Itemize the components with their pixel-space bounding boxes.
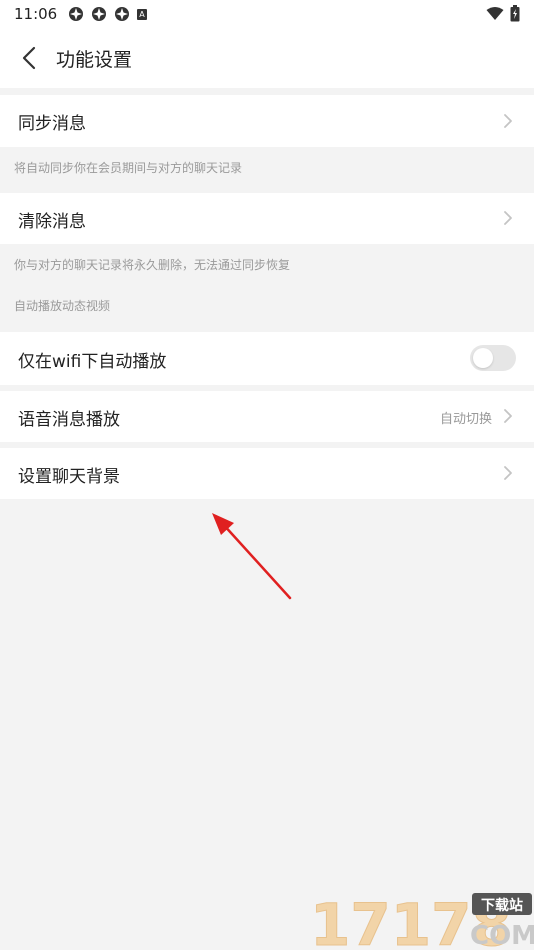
notification-app-icon bbox=[91, 6, 107, 22]
notification-letter-icon: A bbox=[137, 8, 147, 20]
sync-messages-row[interactable]: 同步消息 bbox=[0, 95, 534, 147]
sync-messages-label: 同步消息 bbox=[18, 114, 86, 134]
status-notifications: A bbox=[68, 6, 147, 22]
notification-app-icon bbox=[68, 6, 84, 22]
chevron-right-icon bbox=[504, 211, 512, 225]
voice-playback-label: 语音消息播放 bbox=[18, 410, 120, 430]
screen: 11:06 A 功能设置 同步消息 将自动同步你在会员期间与对方的聊天记录 清除… bbox=[0, 0, 534, 950]
voice-playback-value: 自动切换 bbox=[439, 412, 492, 427]
notification-app-icon bbox=[114, 6, 130, 22]
status-bar: 11:06 A bbox=[0, 0, 534, 28]
chat-background-label: 设置聊天背景 bbox=[18, 467, 120, 487]
chat-background-row[interactable]: 设置聊天背景 bbox=[0, 448, 534, 499]
chevron-right-icon bbox=[504, 114, 512, 128]
chevron-right-icon bbox=[504, 409, 512, 423]
clear-messages-hint: 你与对方的聊天记录将永久删除，无法通过同步恢复 bbox=[14, 258, 291, 272]
header-bar: 功能设置 bbox=[0, 28, 534, 88]
site-watermark: 17178 下载站 COM bbox=[310, 891, 534, 950]
wifi-icon bbox=[486, 6, 504, 20]
battery-icon bbox=[510, 5, 520, 22]
clear-messages-label: 清除消息 bbox=[18, 212, 86, 232]
back-button[interactable] bbox=[14, 42, 46, 74]
toggle-knob bbox=[473, 348, 493, 368]
wifi-autoplay-label: 仅在wifi下自动播放 bbox=[18, 352, 167, 372]
wifi-autoplay-row: 仅在wifi下自动播放 bbox=[0, 332, 534, 385]
voice-playback-row[interactable]: 语音消息播放 自动切换 bbox=[0, 391, 534, 442]
page-title: 功能设置 bbox=[56, 49, 133, 71]
annotation-arrow bbox=[212, 513, 292, 600]
svg-text:COM: COM bbox=[470, 921, 534, 950]
autoplay-section-title: 自动播放动态视频 bbox=[14, 299, 111, 313]
wifi-autoplay-toggle[interactable] bbox=[470, 345, 516, 371]
clear-messages-row[interactable]: 清除消息 bbox=[0, 193, 534, 244]
chevron-left-icon bbox=[22, 46, 36, 70]
chevron-right-icon bbox=[504, 466, 512, 480]
svg-text:下载站: 下载站 bbox=[481, 897, 523, 914]
sync-messages-hint: 将自动同步你在会员期间与对方的聊天记录 bbox=[14, 161, 243, 175]
status-time: 11:06 bbox=[14, 5, 58, 23]
status-system-icons bbox=[486, 5, 520, 22]
